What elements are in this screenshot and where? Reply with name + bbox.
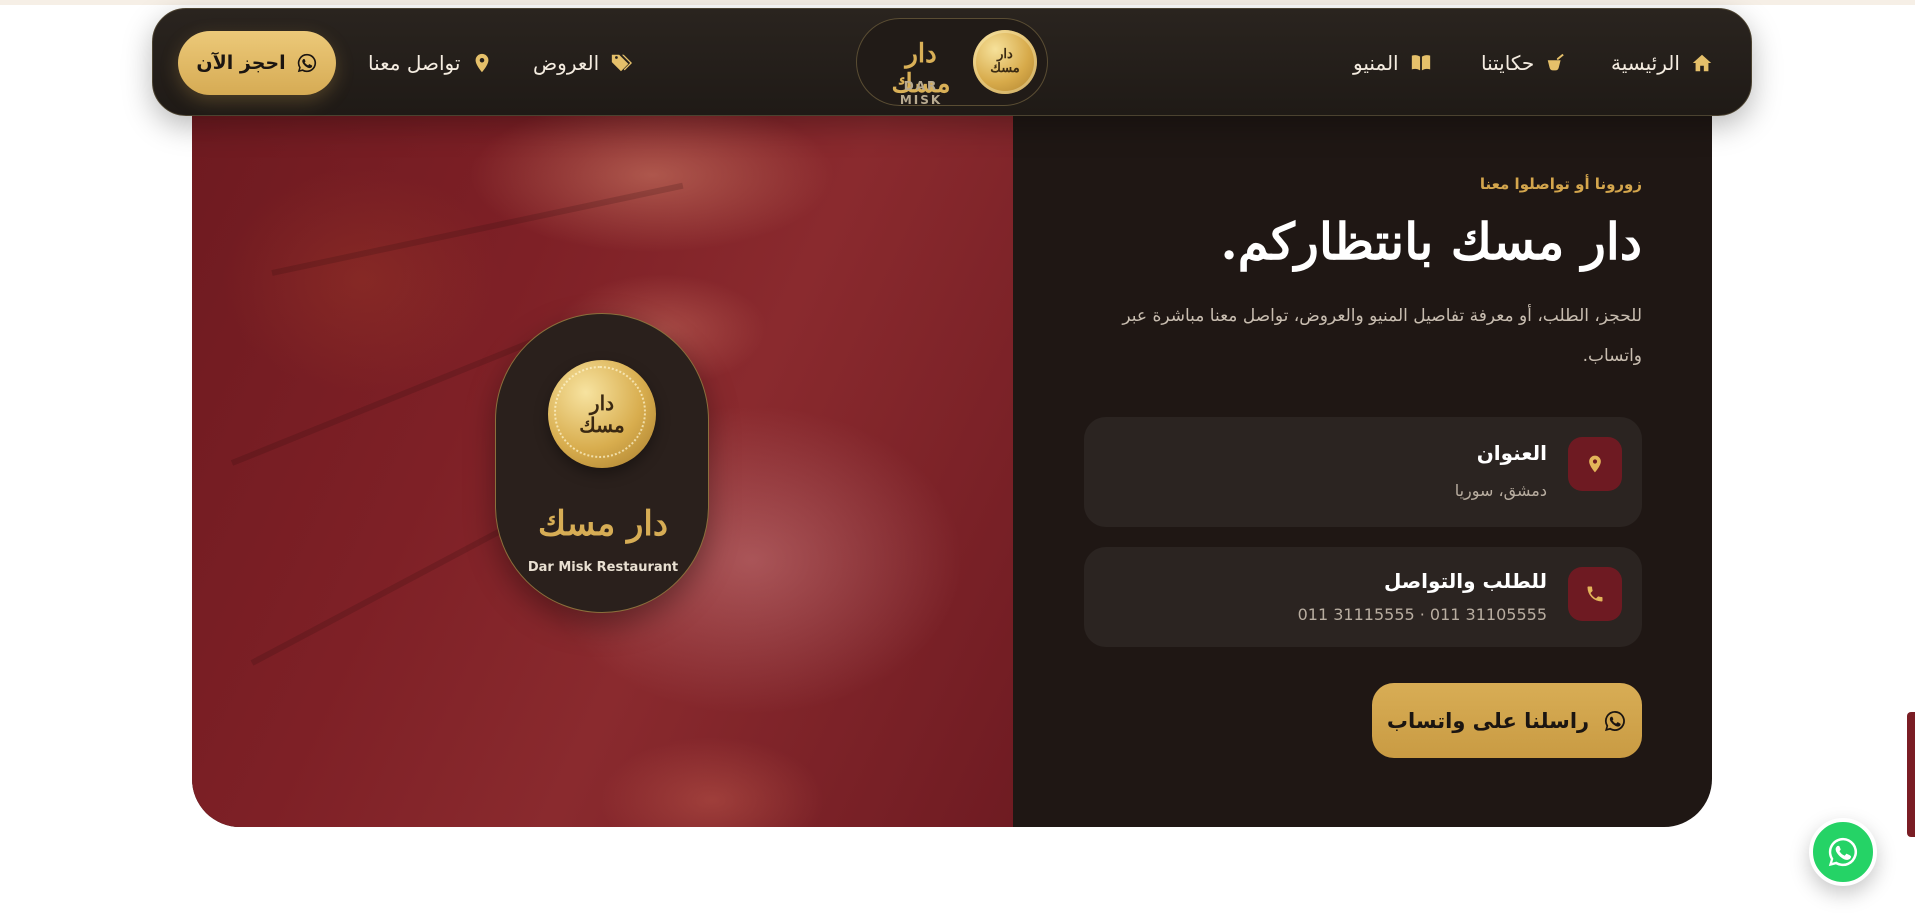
- phone-card: للطلب والتواصل 011 31115555 · 011 311055…: [1084, 547, 1642, 647]
- badge-title: دار مسك: [537, 504, 669, 544]
- nav-link-menu[interactable]: المنيو: [1353, 9, 1433, 117]
- home-icon: [1690, 51, 1714, 75]
- scrollbar-thumb[interactable]: [1907, 712, 1915, 837]
- whatsapp-icon: [297, 53, 316, 73]
- address-value: دمشق، سوريا: [1454, 481, 1547, 500]
- whatsapp-message-label: راسلنا على واتساب: [1386, 708, 1590, 733]
- nav-link-story[interactable]: حكايتنا: [1481, 9, 1568, 117]
- badge-coin-text: دار مسك: [579, 391, 625, 437]
- nav-link-home[interactable]: الرئيسية: [1611, 9, 1714, 117]
- contact-section: دار مسك دار مسك Dar Misk Restaurant زورو…: [192, 100, 1712, 827]
- nav-link-contact[interactable]: تواصل معنا: [368, 9, 494, 117]
- book-now-button[interactable]: احجز الآن: [178, 31, 336, 95]
- nav-link-offers[interactable]: العروض: [533, 9, 633, 117]
- brand-name-en: DAR MISK: [899, 79, 943, 107]
- address-label: العنوان: [1476, 441, 1547, 465]
- address-card: العنوان دمشق، سوريا: [1084, 417, 1642, 527]
- cocktail-icon: [1544, 51, 1568, 75]
- food-image-panel: دار مسك دار مسك Dar Misk Restaurant: [192, 100, 1013, 827]
- navbar: احجز الآن تواصل معنا العروض دار مسك DAR …: [152, 8, 1752, 116]
- logo-badge: دار مسك دار مسك Dar Misk Restaurant: [495, 313, 709, 613]
- book-now-label: احجز الآن: [196, 52, 286, 74]
- brand-coin-text: دار مسك: [990, 47, 1020, 76]
- book-icon: [1409, 51, 1433, 75]
- badge-coin-logo: دار مسك: [548, 360, 656, 468]
- tags-icon: [609, 51, 633, 75]
- phone-label: للطلب والتواصل: [1384, 569, 1547, 593]
- phone-value[interactable]: 011 31115555 · 011 31105555: [1298, 605, 1547, 624]
- nav-link-contact-label: تواصل معنا: [368, 51, 461, 75]
- section-eyebrow: زورونا أو تواصلوا معنا: [1479, 175, 1642, 193]
- map-pin-icon: [470, 51, 494, 75]
- brand-logo[interactable]: دار مسك DAR MISK دار مسك: [856, 18, 1048, 107]
- brand-coin-logo: دار مسك: [973, 30, 1037, 94]
- top-strip: [0, 0, 1915, 5]
- badge-subtitle: Dar Misk Restaurant: [527, 560, 679, 575]
- nav-link-offers-label: العروض: [533, 51, 600, 75]
- phone-icon: [1568, 567, 1622, 621]
- whatsapp-icon: [1605, 710, 1626, 731]
- whatsapp-icon: [1828, 837, 1858, 867]
- nav-link-menu-label: المنيو: [1353, 51, 1399, 75]
- whatsapp-message-button[interactable]: راسلنا على واتساب: [1372, 683, 1642, 758]
- section-description: للحجز، الطلب، أو معرفة تفاصيل المنيو وال…: [1122, 306, 1642, 366]
- floating-whatsapp-button[interactable]: [1809, 818, 1877, 886]
- nav-link-home-label: الرئيسية: [1611, 51, 1680, 75]
- decor-stripe: [271, 182, 684, 276]
- section-headline: دار مسك بانتظاركم.: [1220, 212, 1642, 271]
- map-pin-icon: [1568, 437, 1622, 491]
- nav-link-story-label: حكايتنا: [1481, 51, 1535, 75]
